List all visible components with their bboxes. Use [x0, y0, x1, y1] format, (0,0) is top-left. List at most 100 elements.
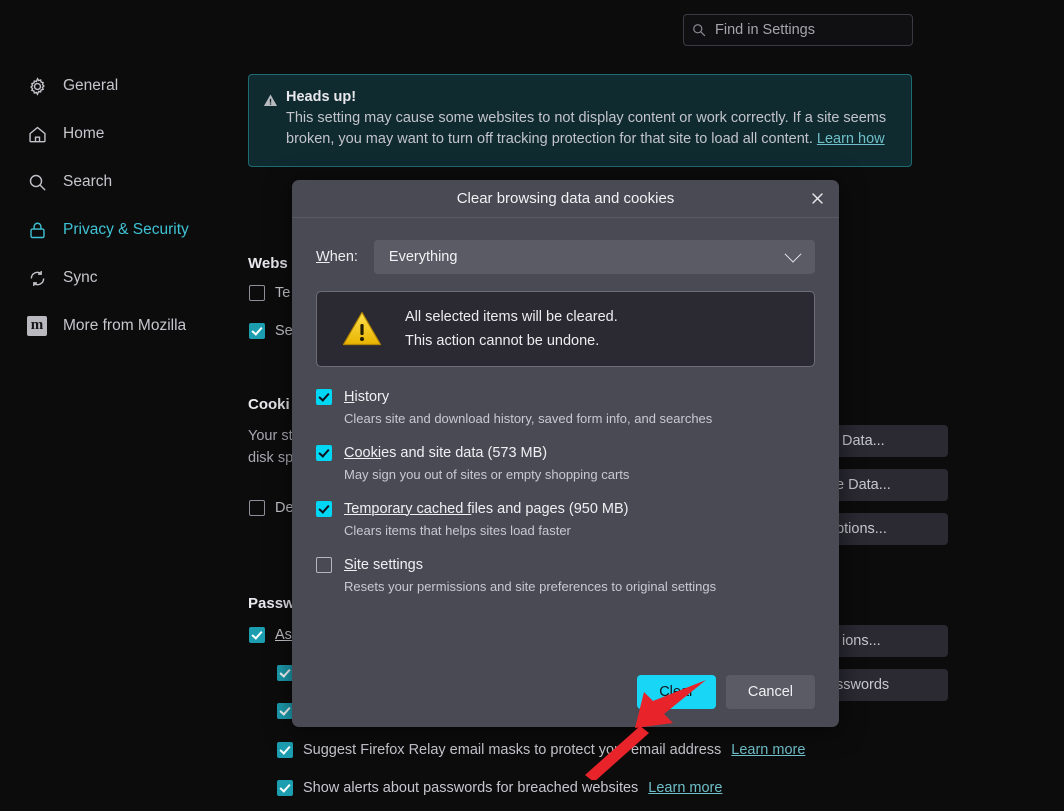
dialog-header: Clear browsing data and cookies: [292, 180, 839, 218]
dialog-footer: Clear Cancel: [292, 675, 839, 727]
learn-more-link[interactable]: Learn more: [648, 780, 722, 796]
when-selected-value: Everything: [388, 249, 458, 265]
bg-row-2[interactable]: De: [249, 500, 294, 516]
section-title-passwords: Passw: [248, 595, 295, 612]
banner-title: Heads up!: [286, 89, 357, 105]
option-cookies-row[interactable]: Cookies and site data (573 MB): [316, 445, 815, 461]
option-site-settings-description: Resets your permissions and site prefere…: [344, 579, 717, 594]
when-dropdown[interactable]: Everything: [373, 240, 815, 274]
bg-row-label: Suggest Firefox Relay email masks to pro…: [303, 742, 722, 758]
bg-row-relay[interactable]: Suggest Firefox Relay email masks to pro…: [277, 742, 805, 758]
banner-learn-how-link[interactable]: Learn how: [817, 131, 885, 147]
clear-button[interactable]: Clear: [637, 675, 716, 709]
sidebar-item-label: General: [63, 77, 119, 94]
checkbox[interactable]: [249, 285, 265, 301]
option-cache-row[interactable]: Temporary cached files and pages (950 MB…: [316, 501, 815, 517]
checkbox[interactable]: [277, 703, 293, 719]
option-history-row[interactable]: History: [316, 389, 815, 405]
checkbox[interactable]: [249, 500, 265, 516]
cancel-button[interactable]: Cancel: [725, 675, 815, 709]
sidebar-item-search[interactable]: Search: [0, 162, 248, 202]
bg-row-3[interactable]: As: [249, 627, 292, 643]
option-label-rest: te settings: [356, 557, 423, 573]
learn-more-link[interactable]: Learn more: [731, 742, 805, 758]
option-accel: Si: [344, 557, 357, 573]
settings-window: General Home Search: [0, 0, 1064, 811]
manage-data-button[interactable]: Data...: [828, 425, 948, 457]
sidebar-item-label: Home: [63, 125, 105, 142]
clear-browsing-data-dialog: Clear browsing data and cookies When: Ev…: [292, 180, 839, 727]
exceptions-button[interactable]: ions...: [828, 625, 948, 657]
banner-text: This setting may cause some websites to …: [286, 108, 893, 150]
sidebar-item-general[interactable]: General: [0, 66, 248, 106]
checkbox[interactable]: [277, 742, 293, 758]
dialog-body: When: Everything All selected items will…: [292, 218, 839, 675]
gear-icon: [26, 75, 48, 97]
bg-row-breach-alerts[interactable]: Show alerts about passwords for breached…: [277, 780, 722, 796]
dialog-title: Clear browsing data and cookies: [456, 190, 675, 207]
mozilla-m-icon: m: [26, 315, 48, 337]
search-icon: [26, 171, 48, 193]
lock-icon: [26, 219, 48, 241]
warning-box: All selected items will be cleared. This…: [316, 291, 815, 367]
warning-text: All selected items will be cleared. This…: [405, 305, 618, 353]
checkbox[interactable]: [316, 445, 332, 461]
option-site-settings: Site settings Resets your permissions an…: [316, 557, 815, 594]
sidebar-item-label: Sync: [63, 269, 98, 286]
warning-triangle-icon: [341, 308, 383, 350]
when-row: When: Everything: [316, 240, 815, 274]
checkbox[interactable]: [316, 389, 332, 405]
option-accel: Temporary cached f: [344, 501, 472, 517]
sync-icon: [26, 267, 48, 289]
chevron-down-icon: [784, 245, 802, 263]
banner-text-body: This setting may cause some websites to …: [286, 110, 887, 147]
home-icon: [26, 123, 48, 145]
checkbox[interactable]: [277, 780, 293, 796]
option-history-description: Clears site and download history, saved …: [344, 411, 713, 426]
heads-up-banner: Heads up! This setting may cause some we…: [248, 74, 912, 167]
sidebar-item-label: Privacy & Security: [63, 221, 189, 238]
section-title-website: Webs: [248, 255, 288, 272]
warning-line-2: This action cannot be undone.: [405, 333, 600, 349]
bg-row-0[interactable]: Te: [249, 285, 290, 301]
option-label-rest: es and site data (573 MB): [381, 445, 548, 461]
sidebar-item-home[interactable]: Home: [0, 114, 248, 154]
option-cookies-description: May sign you out of sites or empty shopp…: [344, 467, 630, 482]
checkbox[interactable]: [277, 665, 293, 681]
sidebar-item-label: Search: [63, 173, 113, 190]
option-cache: Temporary cached files and pages (950 MB…: [316, 501, 815, 538]
option-label-rest: istory: [354, 389, 390, 405]
sidebar-item-privacy-security[interactable]: Privacy & Security: [0, 210, 248, 250]
option-site-settings-row[interactable]: Site settings: [316, 557, 815, 573]
checkbox[interactable]: [316, 501, 332, 517]
checkbox[interactable]: [316, 557, 332, 573]
bg-row-label: As: [275, 627, 292, 643]
option-accel: H: [344, 389, 355, 405]
bg-row-label: Show alerts about passwords for breached…: [303, 780, 639, 796]
bg-row-label: Se: [275, 323, 293, 339]
bg-row-1[interactable]: Se: [249, 323, 293, 339]
option-cookies: Cookies and site data (573 MB) May sign …: [316, 445, 815, 482]
checkbox[interactable]: [249, 323, 265, 339]
when-label: When:: [316, 249, 358, 265]
clear-data-button[interactable]: e Data...: [822, 469, 948, 501]
close-icon[interactable]: [803, 185, 831, 213]
option-cache-description: Clears items that helps sites load faste…: [344, 523, 571, 538]
sidebar: General Home Search Privacy & Security S…: [0, 66, 248, 354]
warning-line-1: All selected items will be cleared.: [405, 309, 618, 325]
option-history: History Clears site and download history…: [316, 389, 815, 426]
warning-triangle-icon: [263, 93, 278, 108]
sidebar-item-label: More from Mozilla: [63, 317, 187, 334]
when-label-rest: hen:: [329, 249, 358, 265]
cookies-description-line2: disk sp: [248, 450, 294, 466]
bg-row-label: De: [275, 500, 294, 516]
option-accel: Cooki: [344, 445, 382, 461]
sidebar-item-more-from-mozilla[interactable]: m More from Mozilla: [0, 306, 248, 346]
when-label-accel: W: [316, 249, 330, 265]
sidebar-item-sync[interactable]: Sync: [0, 258, 248, 298]
cookies-description-line1: Your st: [248, 428, 293, 444]
checkbox[interactable]: [249, 627, 265, 643]
option-label-rest: iles and pages (950 MB): [471, 501, 629, 517]
saved-passwords-button[interactable]: sswords: [822, 669, 948, 701]
bg-row-label: Te: [275, 285, 291, 301]
